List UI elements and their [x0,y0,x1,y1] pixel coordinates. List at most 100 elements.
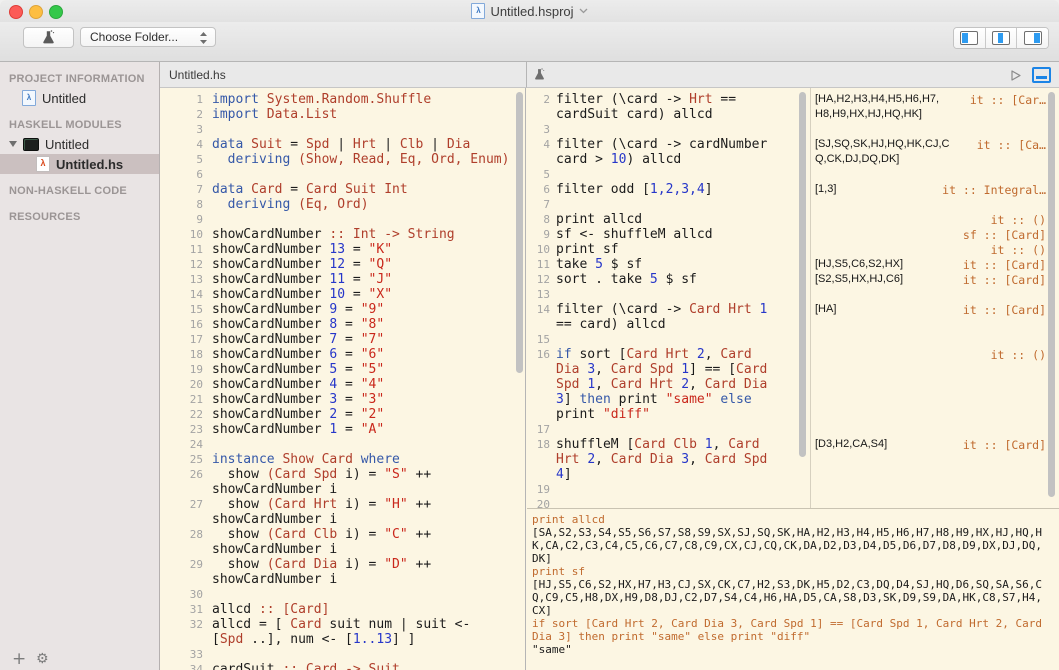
line-number: 17 [160,332,203,347]
code-line: showCardNumber i [160,512,525,527]
code-line: 18showCardNumber 6 = "6" [160,347,525,362]
add-icon[interactable]: + [12,651,26,667]
result-row: [HA,H2,H3,H4,H5,H6,H7, H8,H9,HX,HJ,HQ,HK… [815,92,1046,122]
code-line: == card) allcd [527,317,810,332]
code-line: showCardNumber i [160,572,525,587]
result-row: [SJ,SQ,SK,HJ,HQ,HK,CJ,C Q,CK,DJ,DQ,DK]it… [815,137,1046,167]
code-line: Spd 1, Card Hrt 2, Card Dia [527,377,810,392]
code-line: 29 show (Card Dia i) = "D" ++ [160,557,525,572]
line-number: 2 [160,107,203,122]
line-number [160,632,203,647]
code-line: 12sort . take 5 $ sf [527,272,810,287]
line-number: 17 [527,422,550,437]
sidebar-section-header: HASKELL MODULES [0,108,159,134]
editor-code-area[interactable]: 1import System.Random.Shuffle2import Dat… [160,88,526,670]
editor-scrollbar[interactable] [516,92,523,373]
sidebar-item-untitled[interactable]: Untitled [0,134,159,154]
code-line: 32allcd = [ Card suit num | suit <- [160,617,525,632]
sidebar-item-label: Untitled.hs [56,157,123,172]
editor-file-tab: Untitled.hs [169,68,226,82]
toggle-middle-area-button[interactable] [985,28,1017,48]
line-number: 7 [527,197,550,212]
code-line: 8 deriving (Eq, Ord) [160,197,525,212]
result-row: [S2,S5,HX,HJ,C6]it :: [Card] [815,272,1046,287]
code-line: 27 show (Card Hrt i) = "H" ++ [160,497,525,512]
line-number: 23 [160,422,203,437]
line-number [160,482,203,497]
line-number [160,572,203,587]
result-type: it :: () [991,243,1046,257]
sidebar-item-untitled[interactable]: Untitled [0,88,159,108]
line-number [160,542,203,557]
line-number: 16 [527,347,550,362]
experiment-button[interactable] [23,27,74,48]
data-bucket-select[interactable]: Choose Folder... [80,27,216,47]
editor-tab-bar: Untitled.hs [160,62,527,88]
line-number: 20 [160,377,203,392]
code-line: 10showCardNumber :: Int -> String [160,227,525,242]
line-number: 9 [527,227,550,242]
line-number: 6 [160,167,203,182]
code-line: 13showCardNumber 11 = "J" [160,272,525,287]
code-line: Hrt 2, Card Dia 3, Card Spd [527,452,810,467]
code-line: 15showCardNumber 9 = "9" [160,302,525,317]
line-number: 15 [527,332,550,347]
result-type: it :: [Car… [970,93,1046,107]
toggle-left-area-button[interactable] [954,28,985,48]
playground-code-area[interactable]: 2filter (\card -> Hrt ==cardSuit card) a… [527,88,810,512]
results-scrollbar[interactable] [1048,92,1055,497]
code-line: 5 [527,167,810,182]
stepper-arrows-icon [199,31,208,45]
code-line: 17showCardNumber 7 = "7" [160,332,525,347]
code-line: 11take 5 $ sf [527,257,810,272]
line-number: 5 [527,167,550,182]
sidebar-section-header: PROJECT INFORMATION [0,62,159,88]
code-line: 19showCardNumber 5 = "5" [160,362,525,377]
code-line: 14filter (\card -> Card Hrt 1 [527,302,810,317]
code-line: 33 [160,647,525,662]
code-line: 31allcd :: [Card] [160,602,525,617]
line-number: 13 [527,287,550,302]
code-line: 23showCardNumber 1 = "A" [160,422,525,437]
playground-scrollbar[interactable] [799,92,806,457]
code-line: 1import System.Random.Shuffle [160,92,525,107]
code-line: 22showCardNumber 2 = "2" [160,407,525,422]
code-line: Dia 3, Card Spd 1] == [Card [527,362,810,377]
line-number [527,392,550,407]
code-line: 2filter (\card -> Hrt == [527,92,810,107]
flask-icon [42,30,55,45]
line-number: 15 [160,302,203,317]
code-line: 15 [527,332,810,347]
code-line: 18shuffleM [Card Clb 1, Card [527,437,810,452]
console-output-line: DK] [532,552,1059,565]
title-chevron-icon[interactable] [579,8,588,14]
console-command-echo: if sort [Card Hrt 2, Card Dia 3, Card Sp… [532,617,1059,630]
code-line: 6 [160,167,525,182]
line-number: 10 [527,242,550,257]
result-type: sf :: [Card] [963,228,1046,242]
gear-icon[interactable]: ⚙ [36,651,49,667]
sidebar-item-untitled-hs[interactable]: Untitled.hs [0,154,159,174]
window-title: Untitled.hsproj [490,4,573,19]
disclosure-triangle-icon[interactable] [9,141,17,147]
line-number: 25 [160,452,203,467]
console-output-line: CX] [532,604,1059,617]
line-number: 29 [160,557,203,572]
result-row: [HA]it :: [Card] [815,302,1046,317]
toggle-console-button[interactable] [1032,67,1051,83]
line-number: 1 [160,92,203,107]
line-number [527,152,550,167]
code-line: 11showCardNumber 13 = "K" [160,242,525,257]
code-line: 7 [527,197,810,212]
title-bar: Untitled.hsproj [0,0,1059,22]
playground-flask-icon [534,68,545,81]
toggle-right-area-button[interactable] [1016,28,1048,48]
sidebar: PROJECT INFORMATIONUntitledHASKELL MODUL… [0,62,160,670]
console-output: print allcd[SA,S2,S3,S4,S5,S6,S7,S8,S9,S… [527,508,1059,670]
code-line: 16if sort [Card Hrt 2, Card [527,347,810,362]
line-number [527,452,550,467]
code-line: 2import Data.List [160,107,525,122]
line-number: 4 [160,137,203,152]
run-playground-button[interactable] [1009,69,1022,82]
code-line: 4] [527,467,810,482]
